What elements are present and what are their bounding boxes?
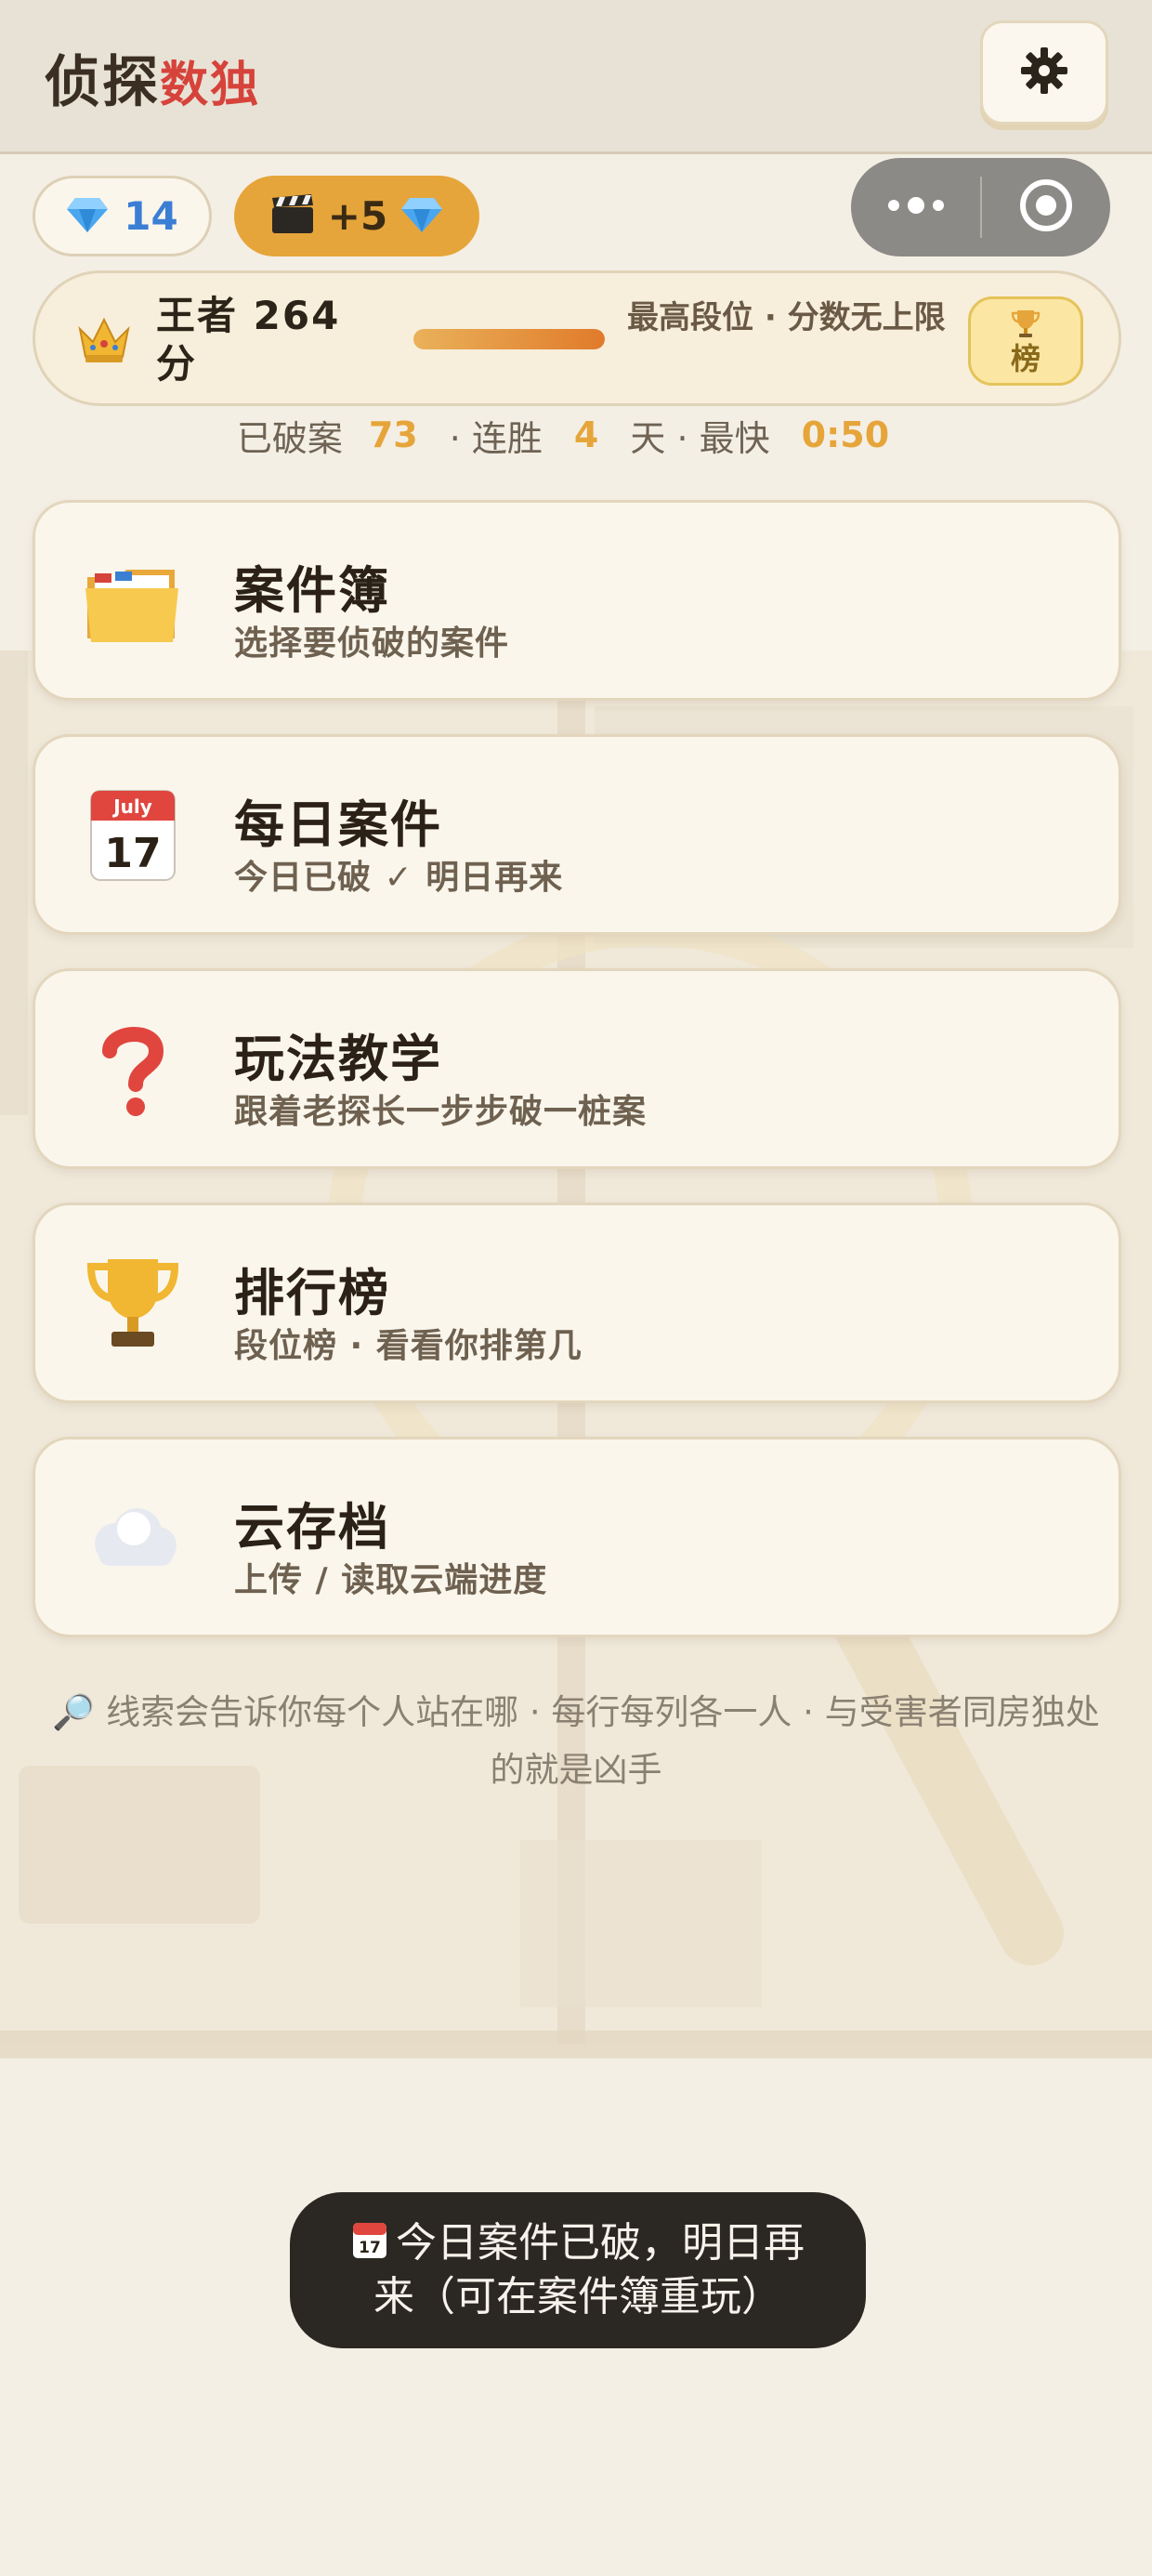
rank-note: 最高段位 · 分数无上限 [627, 299, 946, 336]
ad-reward-text: +5 [327, 193, 388, 239]
gear-icon [1019, 46, 1069, 99]
menu-card-label: 案件簿 [234, 561, 390, 620]
menu-card-label: 玩法教学 [234, 1030, 442, 1088]
more-dots-icon [886, 196, 946, 218]
calendar-icon: 17 [351, 2221, 388, 2272]
close-miniprogram-button[interactable] [982, 158, 1110, 256]
player-stats: 已破案 73 · 连胜 4 天 · 最快 0:50 [0, 409, 1152, 461]
gem-icon [400, 196, 443, 237]
leaderboard-shortcut-label: 榜 [1010, 341, 1041, 376]
game-hint: 🔎 线索会告诉你每个人站在哪 · 每行每列各一人 · 与受害者同房独处的就是凶手 [52, 1692, 1100, 1790]
menu-card-subtitle: 今日已破 ✓ 明日再来 [234, 859, 564, 897]
trophy-icon [82, 1252, 184, 1354]
toast-message: 17 今日案件已破，明日再来（可在案件簿重玩） [290, 2192, 866, 2348]
watch-ad-button[interactable]: +5 [234, 176, 479, 256]
gem-icon [66, 196, 109, 237]
menu-card-label: 排行榜 [234, 1264, 390, 1322]
app-title-part1: 侦探 [45, 50, 160, 115]
app-header: 侦探数独 [0, 0, 1152, 154]
clapperboard-icon [270, 193, 315, 239]
menu-card-label: 每日案件 [234, 795, 442, 854]
leaderboard-shortcut-button[interactable]: 榜 [968, 296, 1083, 386]
menu-card-subtitle: 跟着老探长一步步破一桩案 [234, 1093, 648, 1131]
gem-count: 14 [124, 193, 178, 239]
menu-card-label: 云存档 [234, 1498, 390, 1557]
rank-progress-fill [413, 329, 605, 349]
miniprogram-capsule [851, 158, 1110, 256]
app-title-part2: 数独 [160, 58, 261, 113]
calendar-month: July [111, 795, 152, 818]
cloud-icon [82, 1486, 184, 1588]
more-options-button[interactable] [851, 158, 980, 256]
menu-card-daily-case[interactable]: July 17 每日案件 今日已破 ✓ 明日再来 [33, 734, 1121, 935]
solved-value: 73 [368, 414, 418, 455]
menu-card-subtitle: 段位榜 · 看看你排第几 [234, 1327, 583, 1365]
rank-bar: 王者 264 分 最高段位 · 分数无上限 榜 [33, 270, 1121, 406]
fastest-label: 天 · 最快 [630, 417, 770, 459]
streak-label: · 连胜 [449, 417, 543, 459]
menu-card-subtitle: 上传 / 读取云端进度 [234, 1561, 548, 1599]
menu-card-leaderboard[interactable]: 排行榜 段位榜 · 看看你排第几 [33, 1203, 1121, 1403]
menu-card-subtitle: 选择要侦破的案件 [234, 624, 510, 663]
menu-card-tutorial[interactable]: 玩法教学 跟着老探长一步步破一桩案 [33, 968, 1121, 1169]
folder-icon [82, 549, 184, 651]
question-icon [82, 1018, 184, 1120]
streak-value: 4 [573, 414, 599, 455]
solved-label: 已破案 [236, 417, 343, 459]
menu-card-cloud-save[interactable]: 云存档 上传 / 读取云端进度 [33, 1437, 1121, 1637]
settings-button[interactable] [980, 20, 1108, 125]
toast-calendar-day: 17 [359, 2239, 381, 2257]
app-title: 侦探数独 [45, 37, 260, 118]
menu-card-case-book[interactable]: 案件簿 选择要侦破的案件 [33, 500, 1121, 701]
target-circle-icon [1018, 177, 1074, 237]
gem-counter[interactable]: 14 [33, 176, 212, 256]
toast-text: 今日案件已破，明日再来（可在案件簿重玩） [373, 2219, 805, 2320]
rank-progress-bar [413, 329, 605, 349]
calendar-icon: July 17 [82, 783, 184, 886]
rank-title: 王者 264 分 [156, 293, 341, 387]
trophy-icon [1010, 308, 1041, 343]
fastest-value: 0:50 [801, 414, 890, 455]
calendar-day: 17 [104, 830, 161, 877]
crown-icon [76, 316, 132, 368]
